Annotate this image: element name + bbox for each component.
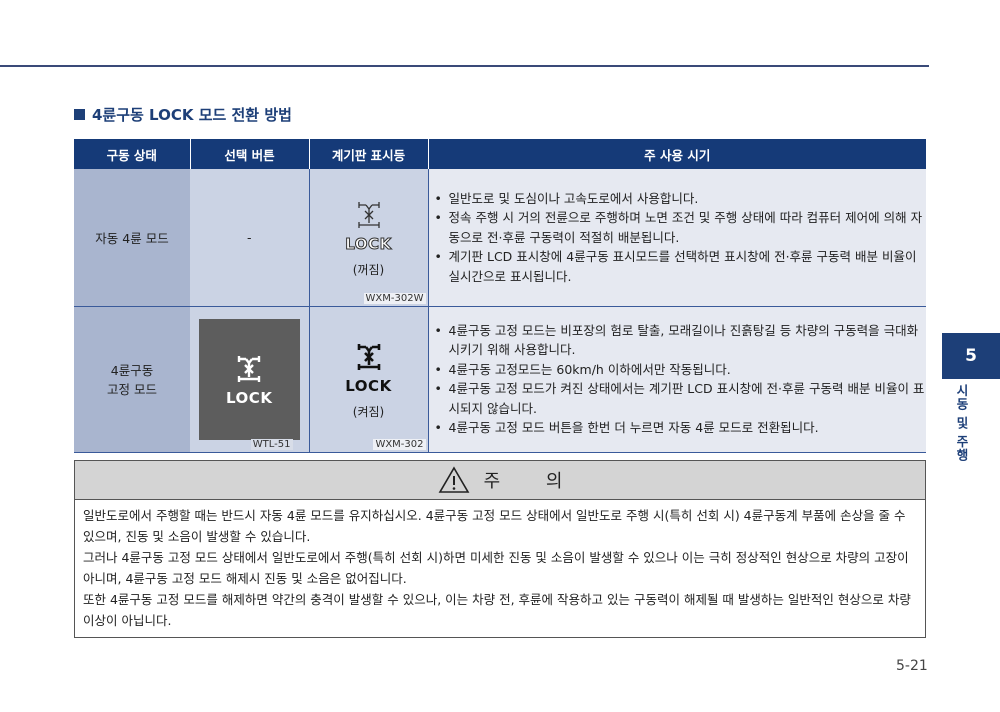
drive-state-cell: 자동 4륜 모드 (74, 169, 190, 307)
list-item: 4륜구동 고정 모드는 비포장의 험로 탈출, 모래길이나 진흙탕길 등 차량의… (435, 321, 927, 360)
select-button-cell: LOCK WTL-51 (190, 306, 310, 453)
caution-title: 주 의 (483, 471, 583, 492)
top-rule (0, 65, 929, 67)
page-number: 5-21 (896, 658, 928, 674)
select-button-cell: - (190, 169, 310, 307)
section-heading: 4륜구동 LOCK 모드 전환 방법 (74, 104, 292, 125)
awd-lock-button-icon (238, 356, 261, 382)
figure-code: WXM-302W (363, 292, 426, 304)
list-item: 4륜구동 고정 모드가 켜진 상태에서는 계기판 LCD 표시창에 전·후륜 구… (435, 379, 927, 418)
figure-code: WTL-51 (250, 438, 293, 450)
drive-state-line: 4륜구동 (110, 363, 154, 378)
awd-lock-indicator-off-icon (357, 201, 380, 228)
list-item: 정속 주행 시 거의 전륜으로 주행하며 노면 조건 및 주행 상태에 따라 컴… (435, 208, 927, 247)
list-item: 4륜구동 고정모드는 60km/h 이하에서만 작동됩니다. (435, 360, 927, 380)
caution-paragraph: 또한 4륜구동 고정 모드를 해제하면 약간의 충격이 발생할 수 있으나, 이… (83, 592, 911, 628)
chapter-tab: 5 (942, 333, 1000, 379)
list-item: 계기판 LCD 표시창에 4륜구동 표시모드를 선택하면 표시창에 전·후륜 구… (435, 247, 927, 286)
usage-cell: 4륜구동 고정 모드는 비포장의 험로 탈출, 모래길이나 진흙탕길 등 차량의… (428, 306, 927, 453)
caution-paragraph: 그러나 4륜구동 고정 모드 상태에서 일반도로에서 주행(특히 선회 시)하면… (83, 550, 909, 586)
chapter-label: 시동 및 주행 (954, 384, 969, 463)
awd-lock-indicator-on-icon (357, 343, 380, 370)
list-item: 일반도로 및 도심이나 고속도로에서 사용합니다. (435, 189, 927, 209)
column-header: 구동 상태 (74, 139, 191, 169)
usage-cell: 일반도로 및 도심이나 고속도로에서 사용합니다. 정속 주행 시 거의 전륜으… (428, 169, 927, 307)
indicator-lock-label: LOCK (345, 234, 392, 253)
indicator-cell: LOCK (켜짐) WXM-302 (309, 306, 429, 453)
table-row: 4륜구동 고정 모드 LOCK WTL-51 LOCK (켜짐) WXM-302… (74, 306, 927, 453)
square-bullet-icon (74, 109, 85, 120)
indicator-group: LOCK (꺼짐) (310, 197, 428, 278)
figure-code: WXM-302 (373, 438, 426, 450)
caution-paragraph: 일반도로에서 주행할 때는 반드시 자동 4륜 모드를 유지하십시오. 4륜구동… (83, 508, 906, 544)
drive-state-cell: 4륜구동 고정 모드 (74, 306, 190, 453)
button-lock-label: LOCK (226, 389, 273, 407)
table-header-row: 구동 상태 선택 버튼 계기판 표시등 주 사용 시기 (74, 139, 926, 169)
indicator-lock-label: LOCK (345, 376, 392, 395)
caution-body: 일반도로에서 주행할 때는 반드시 자동 4륜 모드를 유지하십시오. 4륜구동… (75, 500, 925, 637)
indicator-cell: LOCK (꺼짐) WXM-302W (309, 169, 429, 307)
section-title: 4륜구동 LOCK 모드 전환 방법 (92, 106, 292, 124)
indicator-state-text: (꺼짐) (352, 262, 385, 277)
column-header: 선택 버튼 (190, 139, 310, 169)
usage-list: 4륜구동 고정 모드는 비포장의 험로 탈출, 모래길이나 진흙탕길 등 차량의… (429, 321, 927, 438)
table-row: 자동 4륜 모드 - LOCK (꺼짐) WXM-302W • 일반도로 및 도… (74, 169, 927, 307)
indicator-state-text: (켜짐) (352, 404, 385, 419)
column-header: 주 사용 시기 (428, 139, 926, 169)
warning-triangle-icon (438, 466, 470, 494)
mode-table: 구동 상태 선택 버튼 계기판 표시등 주 사용 시기 자동 4륜 모드 - L… (74, 139, 926, 453)
caution-box: 주 의 일반도로에서 주행할 때는 반드시 자동 4륜 모드를 유지하십시오. … (74, 460, 926, 638)
drive-state-line: 고정 모드 (107, 382, 157, 397)
list-item: 4륜구동 고정 모드 버튼을 한번 더 누르면 자동 4륜 모드로 전환됩니다. (435, 418, 927, 438)
column-header: 계기판 표시등 (309, 139, 429, 169)
caution-header: 주 의 (75, 461, 925, 500)
indicator-group: LOCK (켜짐) (310, 339, 428, 420)
lock-button-image: LOCK (198, 318, 300, 440)
usage-list: 일반도로 및 도심이나 고속도로에서 사용합니다. 정속 주행 시 거의 전륜으… (429, 189, 927, 287)
